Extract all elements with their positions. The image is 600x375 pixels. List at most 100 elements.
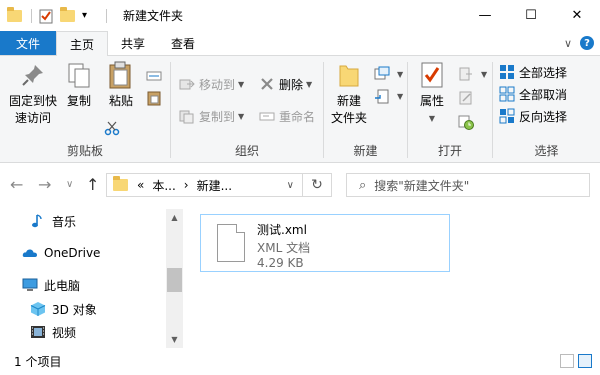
nav-item-videos[interactable]: 视频 [30,323,76,341]
scroll-down-arrow[interactable]: ▼ [166,331,183,348]
breadcrumb-new-folder[interactable]: 新建... [197,177,232,194]
customize-quick-access-caret[interactable]: ▾ [82,8,98,24]
forward-button[interactable]: → [38,175,51,194]
copy-to-caret: ▼ [238,111,245,121]
minimize-button[interactable]: — [462,0,508,31]
invert-selection-icon [499,108,515,124]
organize-group: 移动到 ▼ 复制到 ▼ 删除 ▼ 重命名 组织 [171,56,323,163]
tab-home[interactable]: 主页 [56,31,109,56]
close-button[interactable]: ✕ [554,0,600,31]
search-icon: ⌕ [359,177,367,193]
properties-icon[interactable] [38,8,54,24]
toolbar-divider [106,8,107,23]
view-buttons [560,354,592,368]
properties-button[interactable]: 属性 ▼ [414,60,450,127]
open-with-button[interactable]: ▼ [458,64,487,84]
window-title: 新建文件夹 [123,9,184,23]
pin-quick-access-button[interactable]: 固定到快 速访问 [6,60,60,127]
back-button[interactable]: ← [10,175,23,194]
copy-button[interactable]: 复制 [62,60,96,110]
details-view-button[interactable] [560,354,574,368]
rename-icon [259,108,275,124]
select-all-button[interactable]: 全部选择 [499,62,567,82]
nav-item-label: OneDrive [44,246,101,260]
nav-item-this-pc[interactable]: 此电脑 [22,276,80,294]
move-to-button[interactable]: 移动到 ▼ [179,74,244,94]
paste-shortcut-button[interactable] [146,88,166,108]
edit-icon [458,90,474,106]
paste-button[interactable]: 粘贴 [104,60,138,110]
scroll-thumb[interactable] [167,268,182,292]
toolbar-divider [31,8,32,23]
properties-check-icon [417,60,447,90]
help-icon[interactable]: ? [580,36,594,50]
collapse-ribbon-icon[interactable]: ∨ [564,37,572,50]
nav-item-onedrive[interactable]: OneDrive [22,244,100,262]
tab-share[interactable]: 共享 [108,31,158,55]
file-item[interactable]: 测试.xml XML 文档 4.29 KB [200,214,450,272]
new-folder-label-line1: 新建 [336,94,361,108]
copy-path-icon [146,68,162,84]
open-group: 属性 ▼ ▼ 打开 [408,56,492,163]
select-none-label: 全部取消 [519,87,568,102]
new-folder-icon[interactable] [60,6,76,24]
easy-access-button[interactable]: ▼ [374,86,403,106]
scroll-up-arrow[interactable]: ▲ [166,209,183,226]
item-count: 1 个项目 [14,355,62,369]
rename-label: 重命名 [279,109,316,124]
search-box[interactable]: ⌕ 搜索"新建文件夹" [346,173,590,197]
scissors-icon [104,120,120,136]
up-button[interactable]: ↑ [86,175,99,194]
window-controls: — ☐ ✕ [462,0,600,31]
select-all-icon [499,64,515,80]
select-all-label: 全部选择 [519,65,568,80]
breadcrumb-separator[interactable]: › [184,178,189,192]
paste-shortcut-icon [146,90,162,106]
cut-button[interactable] [104,118,124,138]
edit-button[interactable] [458,88,478,108]
file-list-pane: 测试.xml XML 文档 4.29 KB [183,209,600,348]
tab-view[interactable]: 查看 [158,31,208,55]
video-icon [30,324,46,340]
nav-pane-scrollbar[interactable]: ▲ ▼ [166,209,183,348]
ribbon: 固定到快 速访问 复制 粘贴 剪贴板 移动到 ▼ 复制到 ▼ 删除 ▼ 重命名 … [0,56,600,163]
nav-item-label: 3D 对象 [52,302,97,317]
address-overflow[interactable]: « [137,178,144,192]
breadcrumb-this-pc[interactable]: 本... [152,177,175,194]
address-dropdown-icon[interactable]: ∨ [287,180,294,191]
maximize-button[interactable]: ☐ [508,0,554,31]
rename-button[interactable]: 重命名 [259,106,315,126]
move-to-label: 移动到 [199,77,236,92]
copy-path-button[interactable] [146,66,166,86]
cloud-icon [22,245,38,261]
open-caret: ▼ [481,69,488,79]
nav-item-label: 音乐 [52,214,77,229]
tab-file[interactable]: 文件 [0,31,56,55]
invert-selection-button[interactable]: 反向选择 [499,106,567,126]
copy-to-button[interactable]: 复制到 ▼ [179,106,244,126]
new-folder-button[interactable]: 新建 文件夹 [326,60,372,127]
music-icon [30,213,46,229]
refresh-button[interactable]: ↻ [303,173,332,197]
address-bar[interactable]: « 本... › 新建... ∨ [106,173,303,197]
select-none-button[interactable]: 全部取消 [499,84,567,104]
nav-item-3d-objects[interactable]: 3D 对象 [30,300,97,318]
pin-icon [18,60,48,90]
move-to-icon [179,76,195,92]
history-icon [458,114,474,130]
new-item-button[interactable]: ▼ [374,64,403,84]
paste-icon [106,60,136,90]
new-folder-icon [334,60,364,90]
delete-button[interactable]: 删除 ▼ [259,74,312,94]
nav-item-music[interactable]: 音乐 [30,212,76,230]
history-button[interactable] [458,112,478,132]
large-icons-view-button[interactable] [578,354,592,368]
copy-icon [64,60,94,90]
navigation-pane: 音乐 OneDrive 此电脑 3D 对象 视频 ▲ ▼ [0,209,183,348]
select-group-label: 选择 [534,144,559,158]
easy-access-icon [374,88,390,104]
copy-to-icon [179,108,195,124]
navigation-bar: ← → ∨ ↑ « 本... › 新建... ∨ ↻ ⌕ 搜索"新建文件夹" [0,163,600,209]
recent-locations-button[interactable]: ∨ [66,179,73,190]
folder-icon [113,176,129,193]
